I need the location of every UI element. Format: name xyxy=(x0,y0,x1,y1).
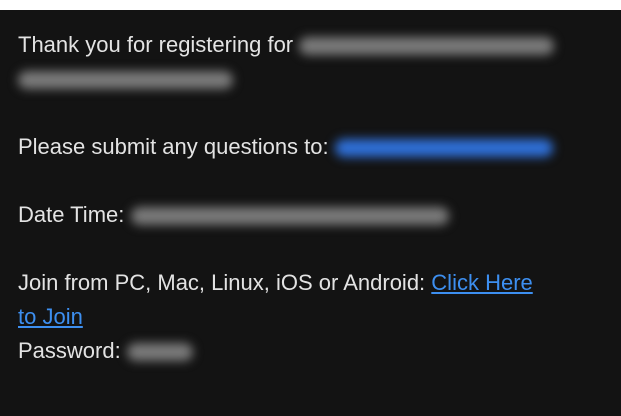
email-message-view: Thank you for registering for Please sub… xyxy=(0,10,621,416)
join-link-continued[interactable]: to Join xyxy=(18,304,83,329)
thanks-line-continued xyxy=(18,62,607,96)
join-link[interactable]: Click Here xyxy=(431,270,532,295)
redacted-event-title-continued xyxy=(18,71,233,90)
questions-label: Please submit any questions to: xyxy=(18,134,329,159)
join-line-continued: to Join xyxy=(18,300,607,334)
thanks-prefix: Thank you for registering for xyxy=(18,32,294,57)
questions-line: Please submit any questions to: xyxy=(18,130,607,164)
thanks-line: Thank you for registering for xyxy=(18,28,607,62)
datetime-line: Date Time: xyxy=(18,198,607,232)
email-body: Thank you for registering for Please sub… xyxy=(18,28,607,368)
join-line: Join from PC, Mac, Linux, iOS or Android… xyxy=(18,266,607,300)
redacted-event-title xyxy=(299,37,555,56)
datetime-label: Date Time: xyxy=(18,202,125,227)
redacted-contact-email-link[interactable] xyxy=(334,139,553,158)
redacted-datetime-value xyxy=(130,207,449,226)
join-prefix: Join from PC, Mac, Linux, iOS or Android… xyxy=(18,270,426,295)
redacted-password-value xyxy=(126,343,193,362)
password-line: Password: xyxy=(18,334,607,368)
password-label: Password: xyxy=(18,338,121,363)
